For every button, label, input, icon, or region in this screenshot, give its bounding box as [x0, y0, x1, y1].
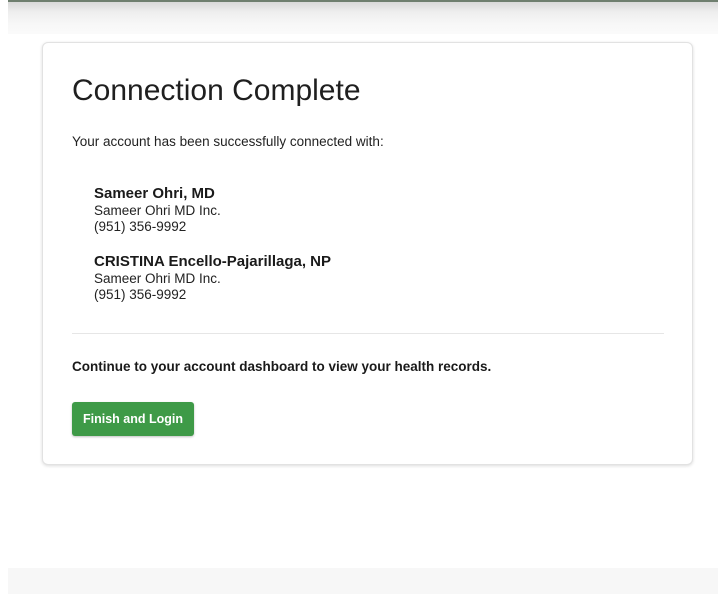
provider-name: CRISTINA Encello-Pajarillaga, NP — [94, 253, 332, 270]
finish-and-login-button[interactable]: Finish and Login — [72, 402, 194, 436]
provider-phone: (951) 356-9992 — [94, 219, 187, 234]
connection-card: Connection Complete Your account has bee… — [42, 42, 693, 465]
continue-text: Continue to your account dashboard to vi… — [72, 359, 492, 374]
provider-entry: Sameer Ohri, MD Sameer Ohri MD Inc. (951… — [94, 185, 514, 235]
provider-entry: CRISTINA Encello-Pajarillaga, NP Sameer … — [94, 253, 514, 303]
provider-name: Sameer Ohri, MD — [94, 185, 215, 202]
provider-phone: (951) 356-9992 — [94, 287, 187, 302]
intro-text: Your account has been successfully conne… — [72, 134, 384, 149]
provider-practice: Sameer Ohri MD Inc. — [94, 271, 221, 286]
bottom-bar — [8, 568, 718, 594]
top-bar — [8, 0, 718, 34]
divider — [72, 333, 664, 334]
page: Connection Complete Your account has bee… — [0, 0, 718, 594]
page-title: Connection Complete — [72, 74, 361, 107]
provider-practice: Sameer Ohri MD Inc. — [94, 203, 221, 218]
